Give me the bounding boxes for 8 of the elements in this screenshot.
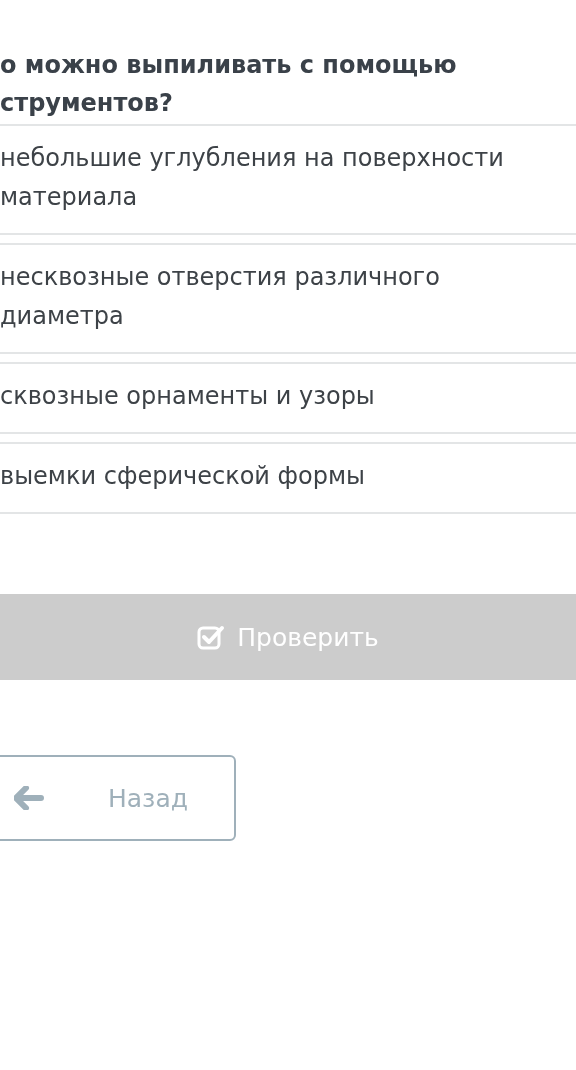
question-text: о можно выпиливать с помощью bbox=[0, 50, 458, 81]
answer-option[interactable]: выемки сферической формы bbox=[0, 442, 576, 514]
answer-option[interactable]: сквозные орнаменты и узоры bbox=[0, 362, 576, 434]
arrow-left-icon bbox=[14, 786, 44, 810]
question-text: струментов? bbox=[0, 88, 174, 119]
answer-option[interactable]: небольшие углубления на поверхности материала bbox=[0, 124, 576, 235]
checkbox-icon bbox=[197, 624, 226, 650]
answer-option[interactable]: несквозные отверстия различного диаметра bbox=[0, 243, 576, 354]
